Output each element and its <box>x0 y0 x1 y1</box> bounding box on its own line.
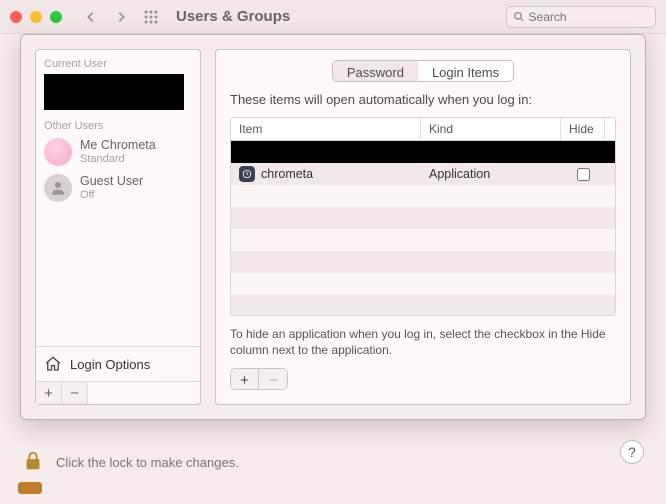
row-hide-checkbox[interactable] <box>577 168 590 181</box>
search-input[interactable] <box>529 10 649 24</box>
zoom-icon[interactable] <box>50 11 62 23</box>
users-sidebar: Current User Other Users Me Chrometa Sta… <box>35 49 201 405</box>
minimize-icon[interactable] <box>30 11 42 23</box>
sidebar-section-other: Other Users <box>36 116 200 134</box>
table-row[interactable]: chrometa Application <box>231 163 615 185</box>
remove-login-item-button[interactable]: − <box>259 369 287 390</box>
user-name: Guest User <box>80 174 143 188</box>
login-items-add-remove: + − <box>230 368 288 390</box>
table-row-empty <box>231 185 615 207</box>
sidebar-item-user[interactable]: Guest User Off <box>36 170 200 206</box>
user-role: Off <box>80 189 143 202</box>
add-user-button[interactable]: + <box>36 382 62 404</box>
lock-text: Click the lock to make changes. <box>56 455 239 470</box>
pane-title: Users & Groups <box>176 8 290 25</box>
table-row-empty <box>231 207 615 229</box>
user-name: Me Chrometa <box>80 138 156 152</box>
house-icon <box>44 355 62 373</box>
col-kind[interactable]: Kind <box>421 118 561 140</box>
remove-user-button[interactable]: − <box>62 382 88 404</box>
forward-button[interactable] <box>110 6 132 28</box>
row-item-name: chrometa <box>261 167 313 181</box>
login-items-intro: These items will open automatically when… <box>230 92 616 107</box>
window-controls[interactable] <box>10 11 62 23</box>
login-options-label: Login Options <box>70 357 150 372</box>
help-button[interactable]: ? <box>620 440 644 464</box>
search-icon <box>513 10 525 23</box>
hide-hint: To hide an application when you log in, … <box>230 326 616 358</box>
sidebar-add-remove: + − <box>36 381 200 404</box>
redacted-current-user <box>44 74 184 110</box>
add-login-item-button[interactable]: + <box>231 369 259 390</box>
user-role: Standard <box>80 153 156 166</box>
search-field[interactable] <box>506 6 656 28</box>
avatar <box>44 174 72 202</box>
dock-icon-stub <box>18 482 42 494</box>
table-row-empty <box>231 273 615 295</box>
tabs: Password Login Items <box>332 60 514 82</box>
tab-login-items[interactable]: Login Items <box>418 61 513 81</box>
person-icon <box>49 179 67 197</box>
show-all-button[interactable] <box>140 6 162 28</box>
avatar <box>44 138 72 166</box>
sidebar-item-user[interactable]: Me Chrometa Standard <box>36 134 200 170</box>
preferences-sheet: Current User Other Users Me Chrometa Sta… <box>20 34 646 420</box>
tab-password[interactable]: Password <box>333 61 418 81</box>
main-panel: Password Login Items These items will op… <box>215 49 631 405</box>
row-kind: Application <box>421 167 561 181</box>
table-row-empty <box>231 251 615 273</box>
login-items-table: Item Kind Hide chrometa Application <box>230 117 616 316</box>
login-options-button[interactable]: Login Options <box>36 346 200 381</box>
lock-button[interactable] <box>22 450 44 475</box>
close-icon[interactable] <box>10 11 22 23</box>
col-hide[interactable]: Hide <box>561 118 605 140</box>
table-row-empty <box>231 295 615 316</box>
table-row-redacted <box>231 141 615 163</box>
col-item[interactable]: Item <box>231 118 421 140</box>
table-header: Item Kind Hide <box>231 118 615 141</box>
sheet-footer: Click the lock to make changes. <box>0 420 666 504</box>
window-toolbar: Users & Groups <box>0 0 666 34</box>
back-button[interactable] <box>80 6 102 28</box>
table-row-empty <box>231 229 615 251</box>
sidebar-section-current: Current User <box>36 54 200 72</box>
app-icon <box>239 166 255 182</box>
lock-icon <box>22 450 44 472</box>
